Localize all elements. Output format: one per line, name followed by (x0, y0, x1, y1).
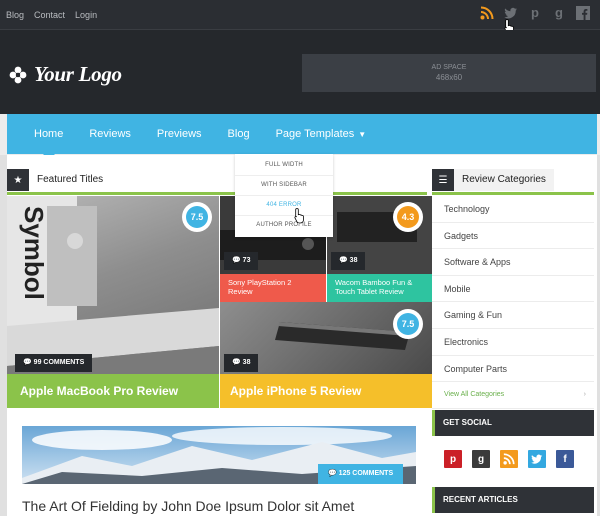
nav-reviews[interactable]: Reviews (76, 114, 144, 154)
rating-value: 7.5 (397, 313, 419, 335)
logo-text: Your Logo (34, 62, 122, 86)
googleplus-icon[interactable]: g (552, 6, 566, 20)
svg-text:Symbol: Symbol (19, 206, 49, 300)
left-gutter (0, 155, 7, 516)
chevron-right-icon: › (583, 391, 586, 399)
dropdown-author-profile[interactable]: AUTHOR PROFILE (235, 216, 333, 235)
facebook-icon[interactable]: f (556, 450, 574, 468)
top-bar: Blog Contact Login p g (0, 0, 600, 34)
categories-list: Technology Gadgets Software & Apps Mobil… (432, 196, 594, 409)
logo-mark-icon (9, 66, 27, 83)
menu-icon: ☰ (432, 169, 454, 191)
comment-count-wacom[interactable]: 💬 38 (331, 252, 366, 270)
nav-page-templates-label: Page Templates (275, 128, 355, 140)
get-social-heading: GET SOCIAL (432, 410, 594, 436)
dropdown-404-error[interactable]: 404 ERROR (235, 196, 333, 216)
caret-down-icon: ▼ (358, 130, 367, 139)
star-icon: ★ (7, 169, 29, 191)
top-link-blog[interactable]: Blog (6, 10, 24, 20)
categories-divider (432, 192, 594, 195)
rating-value: 4.3 (397, 206, 419, 228)
main-nav: Home Reviews Previews Blog Page Template… (7, 114, 597, 160)
comment-count-playstation[interactable]: 💬 73 (224, 252, 259, 270)
comment-count-iphone[interactable]: 💬 38 (224, 354, 259, 372)
comment-count-post[interactable]: 💬 125 COMMENTS (318, 464, 404, 484)
page-templates-dropdown: FULL WIDTH WITH SIDEBAR 404 ERROR AUTHOR… (235, 154, 333, 237)
rating-badge-iphone: 7.5 (393, 309, 423, 339)
top-link-contact[interactable]: Contact (34, 10, 65, 20)
social-buttons: p g f (444, 450, 574, 468)
top-link-login[interactable]: Login (75, 10, 97, 20)
googleplus-icon[interactable]: g (472, 450, 490, 468)
ad-size: 468x60 (435, 73, 463, 82)
post-title[interactable]: The Art Of Fielding by John Doe Ipsum Do… (22, 498, 354, 514)
top-social-icons: p g (480, 6, 590, 20)
comment-text: 73 (242, 257, 251, 264)
site-header: Your Logo AD SPACE 468x60 (0, 30, 600, 114)
nav-home[interactable]: Home (21, 114, 76, 160)
nav-previews[interactable]: Previews (144, 114, 215, 154)
ad-title: AD SPACE (431, 64, 467, 71)
view-all-categories-link[interactable]: View All Categories › (432, 382, 594, 409)
view-all-label: View All Categories (444, 391, 505, 399)
featured-divider (7, 192, 427, 195)
dropdown-full-width[interactable]: FULL WIDTH (235, 156, 333, 176)
category-electronics[interactable]: Electronics (432, 328, 594, 356)
recent-articles-heading: RECENT ARTICLES (432, 487, 594, 513)
category-computer-parts[interactable]: Computer Parts (432, 355, 594, 383)
category-technology[interactable]: Technology (432, 196, 594, 223)
caption-macbook[interactable]: Apple MacBook Pro Review (7, 374, 219, 408)
caption-iphone[interactable]: Apple iPhone 5 Review (220, 374, 432, 408)
comment-text: 38 (242, 359, 251, 366)
top-links: Blog Contact Login (6, 10, 97, 20)
rating-badge-macbook: 7.5 (182, 202, 212, 232)
featured-heading-label: Featured Titles (29, 169, 112, 191)
category-software-apps[interactable]: Software & Apps (432, 249, 594, 276)
rss-icon[interactable] (480, 6, 494, 20)
rating-value: 7.5 (186, 206, 208, 228)
caption-wacom[interactable]: Wacom Bamboo Fun & Touch Tablet Review (327, 274, 432, 302)
featured-heading: ★ Featured Titles (7, 169, 112, 191)
comment-text: 38 (349, 257, 358, 264)
twitter-icon[interactable] (528, 450, 546, 468)
pinterest-icon[interactable]: p (444, 450, 462, 468)
facebook-icon[interactable] (576, 6, 590, 20)
comment-text: 99 COMMENTS (33, 359, 85, 366)
nav-page-templates[interactable]: Page Templates ▼ (263, 114, 380, 154)
category-gadgets[interactable]: Gadgets (432, 222, 594, 250)
dropdown-with-sidebar[interactable]: WITH SIDEBAR (235, 176, 333, 196)
category-mobile[interactable]: Mobile (432, 275, 594, 303)
categories-heading: ☰ Review Categories (432, 169, 554, 191)
hand-cursor-icon (294, 208, 304, 223)
nav-blog[interactable]: Blog (215, 114, 263, 154)
caption-playstation[interactable]: Sony PlayStation 2 Review (220, 274, 326, 302)
comment-count-macbook[interactable]: 💬 99 COMMENTS (15, 354, 93, 372)
site-logo[interactable]: Your Logo (8, 62, 122, 87)
pinterest-icon[interactable]: p (528, 6, 542, 20)
rating-badge-wacom: 4.3 (393, 202, 423, 232)
rss-icon[interactable] (500, 450, 518, 468)
category-gaming-fun[interactable]: Gaming & Fun (432, 302, 594, 329)
categories-heading-label: Review Categories (454, 169, 554, 191)
comment-text: 125 COMMENTS (338, 470, 394, 477)
ad-space[interactable]: AD SPACE 468x60 (302, 54, 596, 92)
